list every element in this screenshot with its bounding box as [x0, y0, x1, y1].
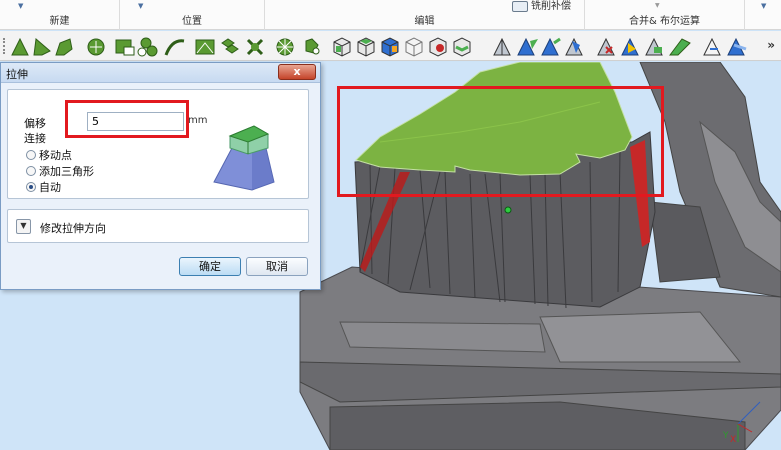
select-triangle-icon[interactable] [11, 37, 29, 56]
dropdown-caret-icon[interactable]: ▼ [18, 2, 23, 10]
axis-y-label: Y [723, 431, 729, 441]
mesh-blue-icon[interactable] [517, 37, 538, 56]
offset-unit: mm [188, 115, 208, 126]
select-brush-icon[interactable] [33, 38, 51, 56]
option-label: 添加三角形 [39, 165, 94, 178]
mesh-pyramid-icon[interactable] [493, 37, 511, 56]
cube-solid-icon[interactable] [453, 37, 471, 57]
direction-panel: ▼ 修改拉伸方向 [7, 209, 309, 243]
option-move-point[interactable]: 移动点 [26, 147, 72, 163]
connect-label: 连接 [24, 132, 46, 145]
select-area-icon[interactable] [195, 39, 215, 55]
select-edge-icon[interactable] [164, 39, 185, 56]
mesh-fill-icon[interactable] [621, 37, 639, 56]
mesh-delete-icon[interactable] [597, 37, 615, 56]
select-all-icon[interactable] [276, 38, 294, 56]
ribbon: ▼ 新建 ▼ 位置 编辑 铣削补偿 ▼ 合并& 布尔运算 ▼ [0, 0, 781, 30]
axis-x-label: X [730, 435, 737, 445]
dropdown-caret-icon[interactable]: ▼ [761, 2, 766, 10]
dialog-close-button[interactable]: x [278, 64, 316, 80]
mesh-cut-icon[interactable] [703, 37, 721, 56]
expand-chevron-icon[interactable]: ▼ [16, 219, 31, 234]
offset-label: 偏移 [24, 117, 46, 130]
select-lasso-icon[interactable] [55, 38, 73, 56]
toolbar-icons [11, 37, 747, 57]
dropdown-caret-icon[interactable]: ▼ [655, 2, 660, 9]
extrude-dialog: 拉伸 x 偏移 mm 连接 移动点 添加三角形 自动 ▼ 修改拉伸方向 确定 取… [0, 62, 321, 290]
direction-label[interactable]: 修改拉伸方向 [40, 220, 106, 236]
option-label: 自动 [39, 181, 61, 194]
cube-wire-icon[interactable] [405, 37, 423, 57]
ribbon-group-more[interactable]: ▼ [745, 0, 781, 30]
dropdown-caret-icon[interactable]: ▼ [138, 2, 143, 10]
radio-selected-icon[interactable] [26, 182, 36, 192]
mesh-extrude-icon[interactable] [565, 37, 583, 56]
option-auto[interactable]: 自动 [26, 179, 61, 195]
option-label: 移动点 [39, 149, 72, 162]
ok-button[interactable]: 确定 [179, 257, 241, 276]
radio-icon[interactable] [26, 166, 36, 176]
extrude-preview-icon [213, 125, 275, 191]
mill-compensation-icon [512, 0, 528, 12]
select-shell-icon[interactable] [221, 38, 239, 54]
mesh-smooth-icon[interactable] [541, 37, 561, 56]
mill-compensation-label: 铣削补偿 [531, 1, 571, 12]
mesh-shell-icon[interactable] [727, 37, 747, 56]
cube-top-icon[interactable] [357, 37, 375, 57]
highlight-offset-box [65, 100, 189, 138]
highlight-viewport-box [337, 86, 664, 197]
ribbon-group-label: 新建 [49, 16, 70, 27]
cancel-button[interactable]: 取消 [246, 257, 308, 276]
select-rectangle-icon[interactable] [115, 39, 135, 56]
ribbon-group-label: 位置 [182, 16, 202, 27]
ribbon-group-label: 编辑 [414, 16, 435, 27]
select-invert-icon[interactable] [246, 38, 264, 56]
cube-front-icon[interactable] [333, 37, 351, 57]
mill-compensation-button[interactable]: 铣削补偿 [512, 0, 582, 12]
option-add-triangle[interactable]: 添加三角形 [26, 163, 94, 179]
ribbon-group-merge-boolean[interactable]: ▼ 合并& 布尔运算 [585, 0, 745, 30]
dialog-title: 拉伸 [6, 68, 28, 81]
select-surface-icon[interactable] [87, 38, 105, 56]
mesh-toolbar: » [0, 31, 781, 61]
ribbon-group-new[interactable]: ▼ 新建 [0, 0, 120, 30]
select-connected-icon[interactable] [137, 37, 158, 57]
cube-side-icon[interactable] [381, 37, 399, 57]
mesh-stitch-icon[interactable] [645, 37, 663, 56]
deselect-icon[interactable] [305, 38, 320, 55]
ribbon-group-position[interactable]: ▼ 位置 [120, 0, 265, 30]
mesh-flatten-icon[interactable] [669, 38, 691, 56]
radio-icon[interactable] [26, 150, 36, 160]
dialog-titlebar[interactable]: 拉伸 x [1, 63, 320, 83]
toolbar-overflow-button[interactable]: » [767, 38, 775, 52]
cube-cut-icon[interactable] [429, 37, 447, 57]
ribbon-group-label: 合并& 布尔运算 [629, 16, 700, 27]
